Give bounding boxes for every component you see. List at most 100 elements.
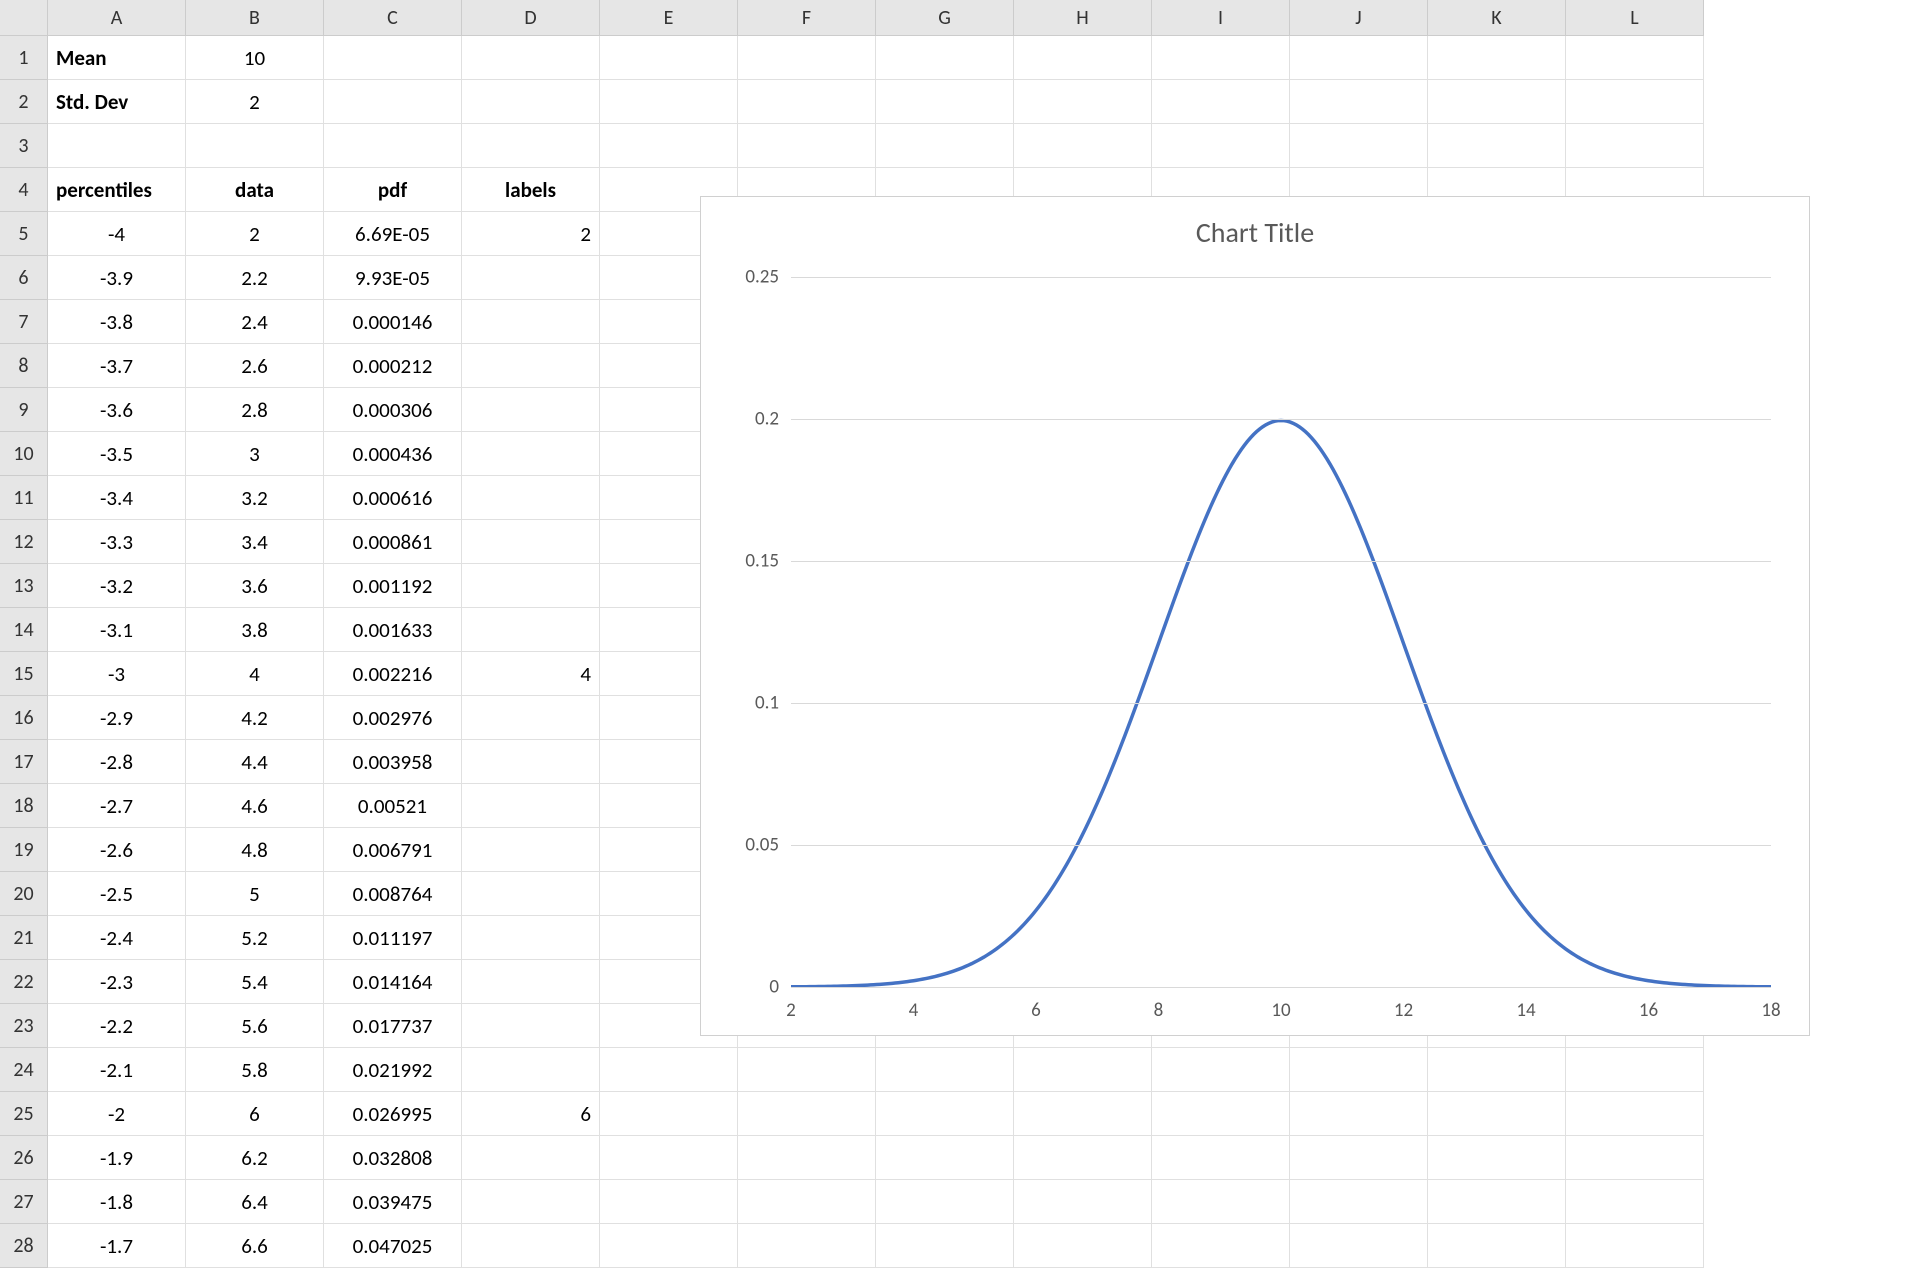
cell-E25[interactable]	[600, 1092, 738, 1136]
cell-B19[interactable]: 4.8	[186, 828, 324, 872]
cell-H3[interactable]	[1014, 124, 1152, 168]
cell-F24[interactable]	[738, 1048, 876, 1092]
row-header-24[interactable]: 24	[0, 1048, 48, 1092]
cell-G3[interactable]	[876, 124, 1014, 168]
cell-H1[interactable]	[1014, 36, 1152, 80]
cell-A27[interactable]: -1.8	[48, 1180, 186, 1224]
cell-I1[interactable]	[1152, 36, 1290, 80]
cell-H26[interactable]	[1014, 1136, 1152, 1180]
cell-B17[interactable]: 4.4	[186, 740, 324, 784]
cell-A3[interactable]	[48, 124, 186, 168]
cell-B5[interactable]: 2	[186, 212, 324, 256]
cell-A1[interactable]: Mean	[48, 36, 186, 80]
cell-C24[interactable]: 0.021992	[324, 1048, 462, 1092]
cell-A21[interactable]: -2.4	[48, 916, 186, 960]
cell-D2[interactable]	[462, 80, 600, 124]
cell-D19[interactable]	[462, 828, 600, 872]
cell-C10[interactable]: 0.000436	[324, 432, 462, 476]
row-header-27[interactable]: 27	[0, 1180, 48, 1224]
cell-D28[interactable]	[462, 1224, 600, 1268]
cell-A15[interactable]: -3	[48, 652, 186, 696]
cell-B8[interactable]: 2.6	[186, 344, 324, 388]
col-header-B[interactable]: B	[186, 0, 324, 36]
cell-B11[interactable]: 3.2	[186, 476, 324, 520]
cell-D21[interactable]	[462, 916, 600, 960]
col-header-L[interactable]: L	[1566, 0, 1704, 36]
cell-C11[interactable]: 0.000616	[324, 476, 462, 520]
row-header-25[interactable]: 25	[0, 1092, 48, 1136]
cell-B24[interactable]: 5.8	[186, 1048, 324, 1092]
cell-H25[interactable]	[1014, 1092, 1152, 1136]
cell-K27[interactable]	[1428, 1180, 1566, 1224]
col-header-G[interactable]: G	[876, 0, 1014, 36]
cell-C15[interactable]: 0.002216	[324, 652, 462, 696]
cell-D23[interactable]	[462, 1004, 600, 1048]
cell-F26[interactable]	[738, 1136, 876, 1180]
cell-G2[interactable]	[876, 80, 1014, 124]
cell-I28[interactable]	[1152, 1224, 1290, 1268]
cell-H2[interactable]	[1014, 80, 1152, 124]
cell-D24[interactable]	[462, 1048, 600, 1092]
col-header-J[interactable]: J	[1290, 0, 1428, 36]
cell-H28[interactable]	[1014, 1224, 1152, 1268]
row-header-3[interactable]: 3	[0, 124, 48, 168]
cell-B1[interactable]: 10	[186, 36, 324, 80]
cell-B20[interactable]: 5	[186, 872, 324, 916]
cell-F3[interactable]	[738, 124, 876, 168]
row-header-14[interactable]: 14	[0, 608, 48, 652]
col-header-I[interactable]: I	[1152, 0, 1290, 36]
cell-G24[interactable]	[876, 1048, 1014, 1092]
cell-D16[interactable]	[462, 696, 600, 740]
cell-G27[interactable]	[876, 1180, 1014, 1224]
cell-C13[interactable]: 0.001192	[324, 564, 462, 608]
cell-C27[interactable]: 0.039475	[324, 1180, 462, 1224]
cell-C22[interactable]: 0.014164	[324, 960, 462, 1004]
cell-L24[interactable]	[1566, 1048, 1704, 1092]
cell-K28[interactable]	[1428, 1224, 1566, 1268]
cell-A14[interactable]: -3.1	[48, 608, 186, 652]
cell-D18[interactable]	[462, 784, 600, 828]
row-header-7[interactable]: 7	[0, 300, 48, 344]
cell-A4[interactable]: percentiles	[48, 168, 186, 212]
row-header-21[interactable]: 21	[0, 916, 48, 960]
cell-B15[interactable]: 4	[186, 652, 324, 696]
cell-L26[interactable]	[1566, 1136, 1704, 1180]
cell-F27[interactable]	[738, 1180, 876, 1224]
cell-H24[interactable]	[1014, 1048, 1152, 1092]
cell-D7[interactable]	[462, 300, 600, 344]
cell-J3[interactable]	[1290, 124, 1428, 168]
cell-B4[interactable]: data	[186, 168, 324, 212]
row-header-9[interactable]: 9	[0, 388, 48, 432]
cell-J27[interactable]	[1290, 1180, 1428, 1224]
cell-B14[interactable]: 3.8	[186, 608, 324, 652]
cell-A25[interactable]: -2	[48, 1092, 186, 1136]
cell-C16[interactable]: 0.002976	[324, 696, 462, 740]
col-header-H[interactable]: H	[1014, 0, 1152, 36]
cell-D25[interactable]: 6	[462, 1092, 600, 1136]
cell-A20[interactable]: -2.5	[48, 872, 186, 916]
row-header-23[interactable]: 23	[0, 1004, 48, 1048]
cell-B7[interactable]: 2.4	[186, 300, 324, 344]
cell-I3[interactable]	[1152, 124, 1290, 168]
cell-B12[interactable]: 3.4	[186, 520, 324, 564]
cell-D27[interactable]	[462, 1180, 600, 1224]
cell-A9[interactable]: -3.6	[48, 388, 186, 432]
cell-A26[interactable]: -1.9	[48, 1136, 186, 1180]
cell-B13[interactable]: 3.6	[186, 564, 324, 608]
cell-J24[interactable]	[1290, 1048, 1428, 1092]
cell-C6[interactable]: 9.93E-05	[324, 256, 462, 300]
row-header-2[interactable]: 2	[0, 80, 48, 124]
cell-A5[interactable]: -4	[48, 212, 186, 256]
row-header-1[interactable]: 1	[0, 36, 48, 80]
row-header-22[interactable]: 22	[0, 960, 48, 1004]
row-header-18[interactable]: 18	[0, 784, 48, 828]
cell-A18[interactable]: -2.7	[48, 784, 186, 828]
cell-F1[interactable]	[738, 36, 876, 80]
cell-I25[interactable]	[1152, 1092, 1290, 1136]
cell-C23[interactable]: 0.017737	[324, 1004, 462, 1048]
cell-C4[interactable]: pdf	[324, 168, 462, 212]
cell-E27[interactable]	[600, 1180, 738, 1224]
cell-B10[interactable]: 3	[186, 432, 324, 476]
cell-D9[interactable]	[462, 388, 600, 432]
cell-D4[interactable]: labels	[462, 168, 600, 212]
